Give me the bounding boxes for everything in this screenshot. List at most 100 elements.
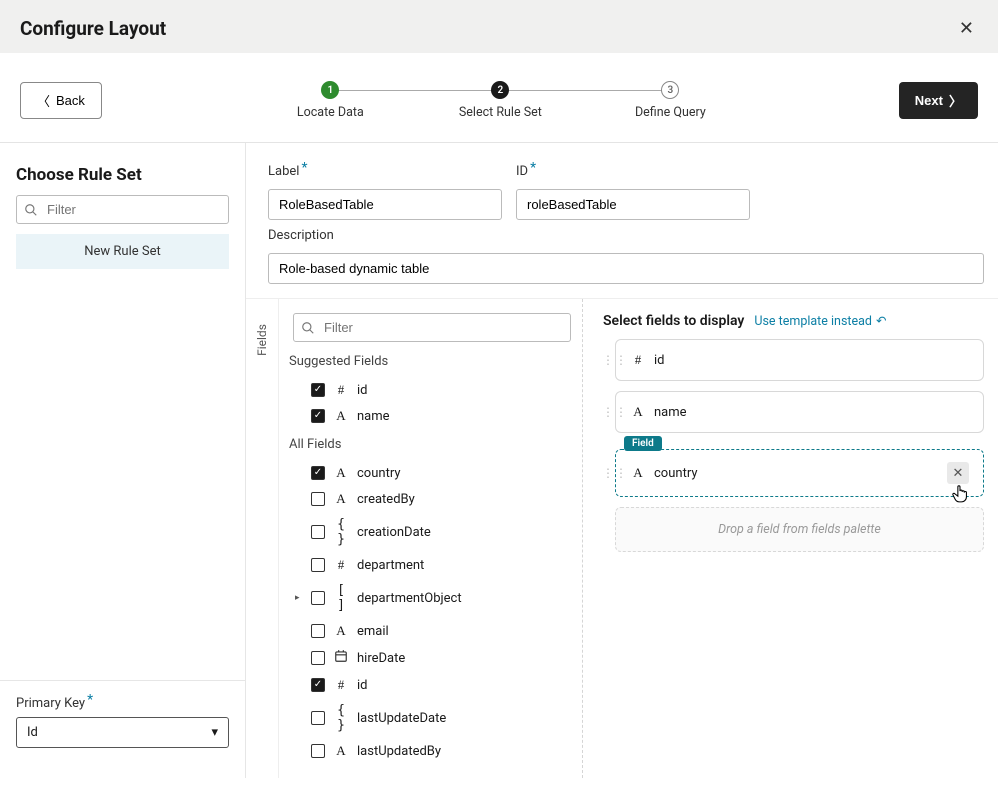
number-type-icon: # [333, 557, 349, 573]
undo-icon: ↶ [876, 313, 886, 329]
display-canvas: Select fields to display Use template in… [583, 299, 998, 778]
field-id[interactable]: # id [287, 672, 572, 698]
display-slot-country[interactable]: Field ⋮⋮ A country ✕ [615, 449, 984, 497]
chevron-down-icon: ▾ [211, 725, 218, 740]
next-button[interactable]: Next 〉 [899, 82, 978, 119]
step-label: Select Rule Set [459, 105, 542, 120]
sidebar-filter[interactable] [16, 195, 229, 224]
dialog-header: Configure Layout ✕ [0, 0, 998, 53]
palette-filter-input[interactable] [293, 313, 571, 342]
remove-slot-button[interactable]: ✕ [947, 462, 969, 484]
primary-key-select[interactable]: Id ▾ [16, 717, 229, 748]
text-type-icon: A [333, 465, 349, 481]
step-define-query[interactable]: 3 Define Query [585, 81, 755, 120]
text-type-icon: A [333, 491, 349, 507]
field-department[interactable]: # department [287, 552, 572, 578]
sidebar-filter-input[interactable] [16, 195, 229, 224]
rule-set-form: Label* ID* Description [246, 143, 998, 299]
field-label: createdBy [357, 492, 415, 507]
search-icon [301, 321, 315, 335]
field-label: lastUpdatedBy [357, 744, 441, 759]
field-creationdate[interactable]: { } creationDate [287, 512, 572, 552]
number-type-icon: # [333, 382, 349, 398]
field-label: departmentObject [357, 591, 462, 606]
palette-filter[interactable] [293, 313, 571, 342]
checkbox-icon[interactable] [311, 591, 325, 605]
checkbox-icon[interactable] [311, 525, 325, 539]
sidebar-heading: Choose Rule Set [16, 165, 229, 185]
text-type-icon: A [630, 404, 646, 420]
field-hiredate[interactable]: hireDate [287, 644, 572, 672]
text-type-icon: A [630, 465, 646, 481]
checkbox-icon[interactable] [311, 744, 325, 758]
primary-key-label: Primary Key* [16, 695, 229, 711]
rule-set-new[interactable]: New Rule Set [16, 234, 229, 269]
back-button[interactable]: 〈 Back [20, 82, 102, 119]
checkbox-icon[interactable] [311, 409, 325, 423]
field-label: id [357, 678, 368, 693]
checkbox-icon[interactable] [311, 651, 325, 665]
field-lastupdatedate[interactable]: { } lastUpdateDate [287, 698, 572, 738]
fields-tab-label: Fields [255, 324, 269, 356]
expand-caret-icon[interactable]: ▸ [295, 593, 300, 603]
primary-key-value: Id [27, 725, 38, 740]
display-slot-name[interactable]: ⋮⋮ A name [615, 391, 984, 433]
step-number: 3 [661, 81, 679, 99]
wizard-steps: 1 Locate Data 2 Select Rule Set 3 Define… [122, 81, 879, 120]
number-type-icon: # [333, 677, 349, 693]
drag-handle-icon[interactable]: ⋮⋮ [602, 410, 628, 414]
checkbox-icon[interactable] [311, 711, 325, 725]
number-type-icon: # [630, 352, 646, 368]
step-label: Locate Data [297, 105, 364, 120]
checkbox-icon[interactable] [311, 466, 325, 480]
wizard-bar: 〈 Back 1 Locate Data 2 Select Rule Set 3… [0, 53, 998, 143]
search-icon [24, 203, 38, 217]
field-label: lastUpdateDate [357, 711, 446, 726]
canvas-heading: Select fields to display [603, 313, 744, 329]
back-button-label: Back [56, 93, 85, 108]
use-template-link[interactable]: Use template instead ↶ [754, 313, 886, 329]
text-type-icon: A [333, 408, 349, 424]
field-label: name [357, 409, 390, 424]
field-email[interactable]: A email [287, 618, 572, 644]
id-input[interactable] [516, 189, 750, 220]
label-input[interactable] [268, 189, 502, 220]
chevron-left-icon: 〈 [37, 91, 50, 110]
object-type-icon: { } [333, 517, 349, 547]
rule-set-sidebar: Choose Rule Set New Rule Set Primary Key… [0, 143, 246, 778]
field-label: country [357, 466, 401, 481]
description-input[interactable] [268, 253, 984, 284]
text-type-icon: A [333, 743, 349, 759]
field-createdby[interactable]: A createdBy [287, 486, 572, 512]
field-departmentobject[interactable]: ▸ [ ] departmentObject [287, 578, 572, 618]
display-slot-id[interactable]: ⋮⋮ # id [615, 339, 984, 381]
step-number: 1 [321, 81, 339, 99]
field-suggested-id[interactable]: # id [287, 377, 572, 403]
checkbox-icon[interactable] [311, 678, 325, 692]
step-select-rule-set[interactable]: 2 Select Rule Set [415, 81, 585, 120]
drag-handle-icon[interactable]: ⋮⋮ [602, 358, 628, 362]
fields-tab[interactable]: Fields [246, 299, 279, 778]
checkbox-icon[interactable] [311, 624, 325, 638]
cursor-pointer-icon [951, 484, 969, 508]
step-label: Define Query [635, 105, 706, 120]
field-suggested-name[interactable]: A name [287, 403, 572, 429]
field-lastupdatedby[interactable]: A lastUpdatedBy [287, 738, 572, 764]
all-fields-heading: All Fields [289, 437, 572, 452]
step-locate-data[interactable]: 1 Locate Data [245, 81, 415, 120]
slot-label: id [654, 353, 665, 368]
object-type-icon: { } [333, 703, 349, 733]
field-label: id [357, 383, 368, 398]
field-label: creationDate [357, 525, 431, 540]
field-country[interactable]: A country [287, 460, 572, 486]
close-icon[interactable]: ✕ [955, 14, 978, 43]
next-button-label: Next [915, 93, 943, 108]
checkbox-icon[interactable] [311, 558, 325, 572]
suggested-fields-heading: Suggested Fields [289, 354, 572, 369]
drag-handle-icon[interactable]: ⋮⋮ [602, 471, 628, 475]
checkbox-icon[interactable] [311, 383, 325, 397]
dialog-title: Configure Layout [20, 17, 166, 40]
text-type-icon: A [333, 623, 349, 639]
drop-zone[interactable]: Drop a field from fields palette [615, 507, 984, 552]
checkbox-icon[interactable] [311, 492, 325, 506]
